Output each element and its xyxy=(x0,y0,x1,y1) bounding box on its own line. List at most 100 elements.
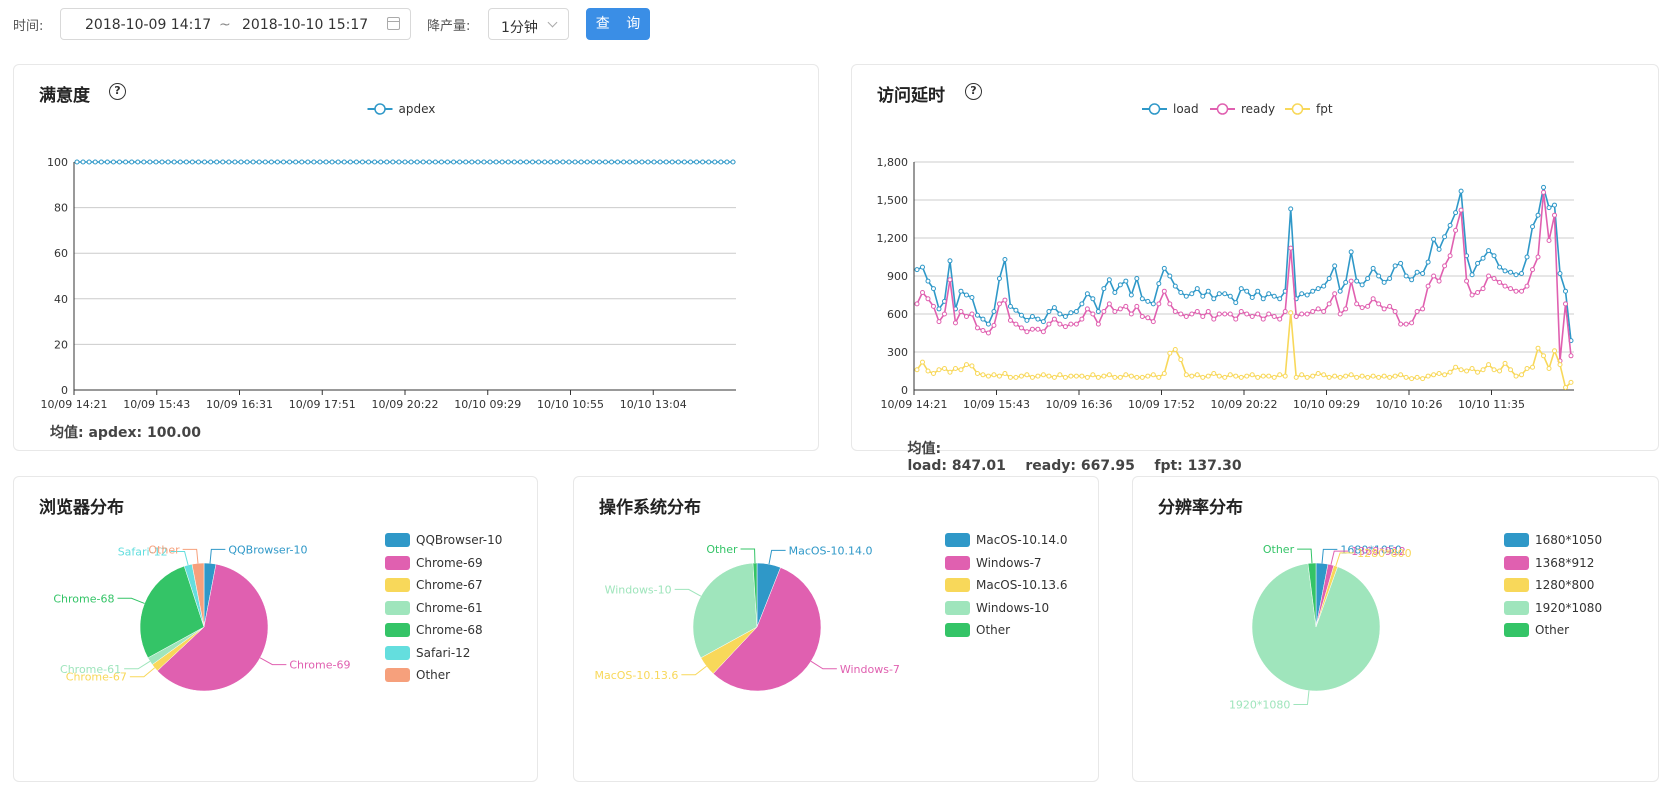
data-point-apdex xyxy=(426,159,432,165)
data-point-ready xyxy=(1222,311,1228,317)
apdex-mean: 均值: apdex: 100.00 xyxy=(50,422,201,442)
data-point-load xyxy=(980,316,986,322)
data-point-ready xyxy=(991,322,997,328)
data-point-fpt xyxy=(1326,374,1332,380)
y-tick-label: 1,500 xyxy=(877,194,909,207)
data-point-apdex xyxy=(183,159,189,165)
data-point-fpt xyxy=(1123,372,1129,378)
data-point-ready xyxy=(1370,296,1376,302)
data-point-load xyxy=(1480,255,1486,261)
data-point-load xyxy=(1150,301,1156,307)
data-point-load xyxy=(1288,206,1294,212)
data-point-fpt xyxy=(1062,374,1068,380)
data-point-ready xyxy=(1183,314,1189,320)
data-point-load xyxy=(1200,293,1206,299)
data-point-load xyxy=(958,288,964,294)
data-point-fpt xyxy=(941,365,947,371)
data-point-load xyxy=(1530,224,1536,230)
data-point-load xyxy=(1035,316,1041,322)
data-point-apdex xyxy=(651,159,657,165)
data-point-fpt xyxy=(1519,372,1525,378)
data-point-ready xyxy=(1238,308,1244,314)
data-point-ready xyxy=(1299,311,1305,317)
data-point-load xyxy=(1502,268,1508,274)
data-point-apdex xyxy=(311,159,317,165)
data-point-ready xyxy=(1266,311,1272,317)
data-point-ready xyxy=(1150,319,1156,325)
range-separator: ~ xyxy=(219,17,231,33)
data-point-ready xyxy=(1161,288,1167,294)
legend-swatch xyxy=(1504,533,1529,547)
data-point-ready xyxy=(1464,278,1470,284)
data-point-apdex xyxy=(250,159,256,165)
x-tick-label: 10/09 17:52 xyxy=(1128,398,1195,411)
data-point-ready xyxy=(1343,306,1349,312)
data-point-load xyxy=(914,267,920,273)
y-tick-label: 20 xyxy=(54,338,68,351)
data-point-ready xyxy=(1090,311,1096,317)
data-point-fpt xyxy=(930,371,936,377)
data-point-apdex xyxy=(165,159,171,165)
data-point-ready xyxy=(1541,189,1547,195)
data-point-ready xyxy=(930,303,936,309)
x-tick-label: 10/09 20:22 xyxy=(372,398,439,411)
data-point-load xyxy=(1321,283,1327,289)
y-tick-label: 300 xyxy=(887,346,908,359)
data-point-fpt xyxy=(1117,374,1123,380)
date-range-picker[interactable]: 2018-10-09 14:17 ~ 2018-10-10 15:17 xyxy=(60,8,411,40)
data-point-ready xyxy=(974,325,980,331)
data-point-ready xyxy=(1282,308,1288,314)
end-date[interactable]: 2018-10-10 15:17 xyxy=(242,17,368,33)
data-point-load xyxy=(1117,282,1123,288)
data-point-load xyxy=(1244,288,1250,294)
data-point-fpt xyxy=(1024,372,1030,378)
data-point-fpt xyxy=(980,372,986,378)
x-tick-label: 10/09 14:21 xyxy=(41,398,108,411)
legend-swatch xyxy=(1504,555,1529,570)
data-point-ready xyxy=(1007,317,1013,323)
browser-card: 浏览器分布 QQBrowser-10 Chrome-69 Chrome-67 Chro… xyxy=(13,476,538,782)
calendar-icon[interactable] xyxy=(387,17,400,30)
data-point-ready xyxy=(1524,283,1530,289)
data-point-apdex xyxy=(572,159,578,165)
data-point-load xyxy=(1442,234,1448,240)
data-point-fpt xyxy=(1480,367,1486,373)
legend-marker-fpt xyxy=(1291,103,1304,115)
data-point-fpt xyxy=(1200,374,1206,380)
slice-label: Chrome-69 xyxy=(289,659,350,672)
data-point-load xyxy=(1376,273,1382,279)
data-point-ready xyxy=(1062,324,1068,330)
slice-label: Chrome-61 xyxy=(60,663,121,676)
slice-label: MacOS-10.14.0 xyxy=(789,544,873,557)
data-point-ready xyxy=(1128,311,1134,317)
data-point-apdex xyxy=(80,159,86,165)
data-point-load xyxy=(1557,270,1563,276)
legend-swatch xyxy=(945,533,970,547)
data-point-ready xyxy=(1348,278,1354,284)
data-point-load xyxy=(1299,291,1305,297)
data-point-fpt xyxy=(1095,374,1101,380)
data-point-fpt xyxy=(1530,364,1536,370)
start-date[interactable]: 2018-10-09 14:17 xyxy=(85,17,211,33)
data-point-fpt xyxy=(1029,374,1035,380)
data-point-ready xyxy=(1508,286,1514,292)
data-point-apdex xyxy=(548,159,554,165)
data-point-apdex xyxy=(566,159,572,165)
legend-marker-apdex xyxy=(374,103,386,115)
data-point-fpt xyxy=(1134,374,1140,380)
query-button[interactable]: 查 询 xyxy=(586,8,650,40)
legend-label: QQBrowser-10 xyxy=(416,533,503,547)
data-point-load xyxy=(1491,253,1497,259)
data-point-apdex xyxy=(445,159,451,165)
data-point-ready xyxy=(1431,273,1437,279)
data-point-ready xyxy=(1568,353,1574,359)
data-point-load xyxy=(1046,308,1052,314)
data-point-ready xyxy=(1079,316,1085,322)
data-point-fpt xyxy=(1106,372,1112,378)
data-point-apdex xyxy=(560,159,566,165)
downsample-select[interactable]: 1分钟 xyxy=(488,8,569,40)
apdex-line-chart: 0 20 40 60 80 100 10/09 14:21 10/09 15:43 10/09 … xyxy=(41,102,736,411)
data-point-fpt xyxy=(1057,372,1063,378)
data-point-ready xyxy=(1563,301,1569,307)
data-point-ready xyxy=(1057,321,1063,327)
